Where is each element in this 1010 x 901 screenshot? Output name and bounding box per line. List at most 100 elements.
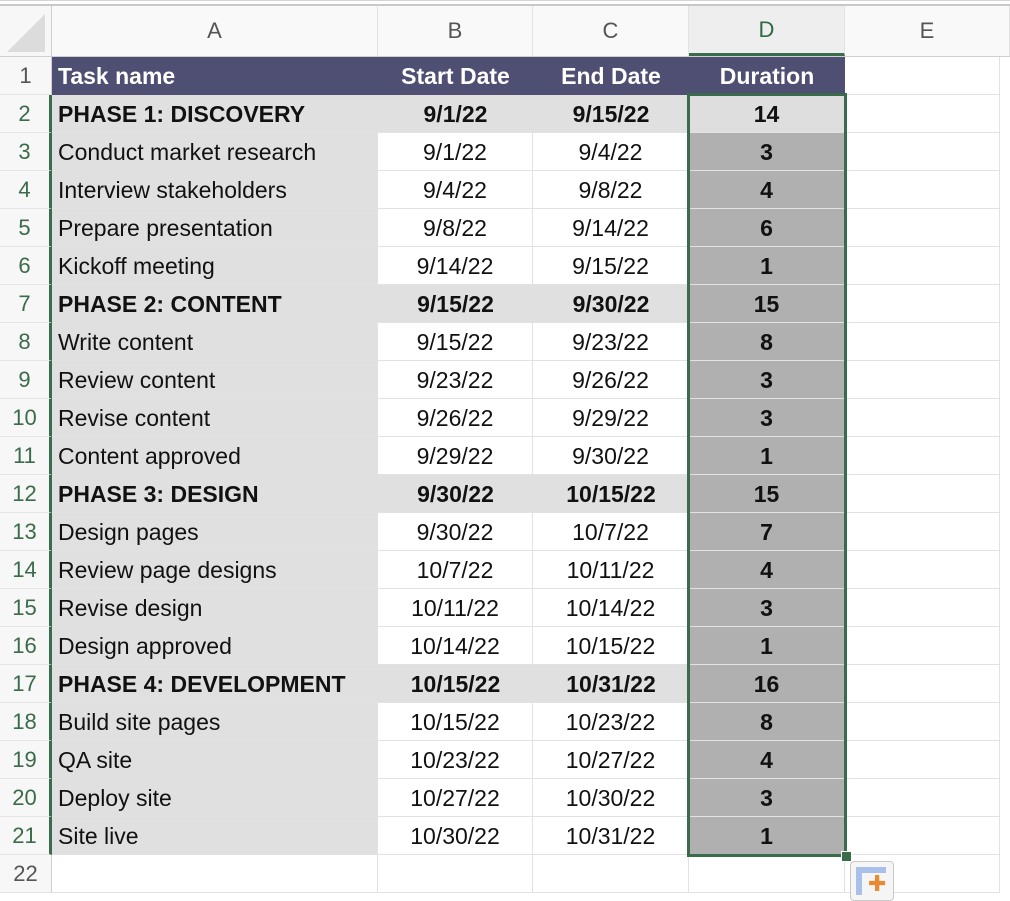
- task-name-cell[interactable]: Content approved: [52, 437, 378, 475]
- duration-cell[interactable]: 8: [689, 703, 845, 741]
- duration-cell[interactable]: 15: [689, 475, 845, 513]
- cell-e[interactable]: [845, 551, 1000, 589]
- task-name-cell[interactable]: Revise design: [52, 589, 378, 627]
- task-name-cell[interactable]: PHASE 3: DESIGN: [52, 475, 378, 513]
- end-date-cell[interactable]: 10/31/22: [533, 665, 689, 703]
- task-name-cell[interactable]: Review page designs: [52, 551, 378, 589]
- cell-e[interactable]: [845, 513, 1000, 551]
- task-name-cell[interactable]: Revise content: [52, 399, 378, 437]
- start-date-cell[interactable]: 10/7/22: [378, 551, 533, 589]
- row-number[interactable]: 22: [0, 855, 52, 893]
- duration-cell[interactable]: 1: [689, 817, 845, 855]
- row-number[interactable]: 13: [0, 513, 52, 551]
- task-name-cell[interactable]: Build site pages: [52, 703, 378, 741]
- start-date-cell[interactable]: 9/14/22: [378, 247, 533, 285]
- row-number[interactable]: 11: [0, 437, 52, 475]
- end-date-cell[interactable]: 10/15/22: [533, 627, 689, 665]
- start-date-cell[interactable]: 9/4/22: [378, 171, 533, 209]
- task-name-cell[interactable]: Write content: [52, 323, 378, 361]
- row-number[interactable]: 16: [0, 627, 52, 665]
- empty-cell[interactable]: [378, 855, 533, 893]
- start-date-cell[interactable]: 9/8/22: [378, 209, 533, 247]
- row-number[interactable]: 10: [0, 399, 52, 437]
- duration-cell[interactable]: 1: [689, 247, 845, 285]
- end-date-cell[interactable]: 9/26/22: [533, 361, 689, 399]
- start-date-cell[interactable]: 9/15/22: [378, 323, 533, 361]
- end-date-cell[interactable]: 9/23/22: [533, 323, 689, 361]
- duration-cell[interactable]: 3: [689, 779, 845, 817]
- row-number[interactable]: 5: [0, 209, 52, 247]
- column-header-c[interactable]: C: [533, 6, 689, 56]
- task-name-cell[interactable]: Interview stakeholders: [52, 171, 378, 209]
- end-date-cell[interactable]: 10/7/22: [533, 513, 689, 551]
- cell-e[interactable]: [845, 247, 1000, 285]
- end-date-cell[interactable]: 10/15/22: [533, 475, 689, 513]
- start-date-cell[interactable]: 9/26/22: [378, 399, 533, 437]
- start-date-cell[interactable]: 9/29/22: [378, 437, 533, 475]
- duration-cell[interactable]: 16: [689, 665, 845, 703]
- cell-e[interactable]: [845, 475, 1000, 513]
- duration-cell[interactable]: 1: [689, 627, 845, 665]
- task-name-cell[interactable]: Conduct market research: [52, 133, 378, 171]
- duration-cell[interactable]: 3: [689, 399, 845, 437]
- row-number[interactable]: 6: [0, 247, 52, 285]
- duration-cell[interactable]: 4: [689, 551, 845, 589]
- row-number[interactable]: 15: [0, 589, 52, 627]
- column-header-b[interactable]: B: [378, 6, 533, 56]
- header-cell-start-date[interactable]: Start Date: [378, 57, 533, 95]
- end-date-cell[interactable]: 10/27/22: [533, 741, 689, 779]
- start-date-cell[interactable]: 9/15/22: [378, 285, 533, 323]
- end-date-cell[interactable]: 10/31/22: [533, 817, 689, 855]
- end-date-cell[interactable]: 10/23/22: [533, 703, 689, 741]
- duration-cell[interactable]: 1: [689, 437, 845, 475]
- cell-e[interactable]: [845, 627, 1000, 665]
- row-number[interactable]: 8: [0, 323, 52, 361]
- cell-e[interactable]: [845, 95, 1000, 133]
- cell-e[interactable]: [845, 285, 1000, 323]
- cell-e[interactable]: [845, 437, 1000, 475]
- end-date-cell[interactable]: 9/4/22: [533, 133, 689, 171]
- header-cell-duration[interactable]: Duration: [689, 57, 845, 95]
- row-number[interactable]: 3: [0, 133, 52, 171]
- row-number[interactable]: 17: [0, 665, 52, 703]
- task-name-cell[interactable]: Site live: [52, 817, 378, 855]
- row-number[interactable]: 18: [0, 703, 52, 741]
- start-date-cell[interactable]: 10/30/22: [378, 817, 533, 855]
- row-number[interactable]: 2: [0, 95, 52, 133]
- column-header-a[interactable]: A: [52, 6, 378, 56]
- start-date-cell[interactable]: 9/23/22: [378, 361, 533, 399]
- end-date-cell[interactable]: 9/30/22: [533, 285, 689, 323]
- duration-cell[interactable]: 6: [689, 209, 845, 247]
- duration-cell[interactable]: 3: [689, 361, 845, 399]
- end-date-cell[interactable]: 9/15/22: [533, 95, 689, 133]
- start-date-cell[interactable]: 10/15/22: [378, 665, 533, 703]
- task-name-cell[interactable]: PHASE 1: DISCOVERY: [52, 95, 378, 133]
- row-number[interactable]: 1: [0, 57, 52, 95]
- task-name-cell[interactable]: PHASE 2: CONTENT: [52, 285, 378, 323]
- end-date-cell[interactable]: 10/30/22: [533, 779, 689, 817]
- row-number[interactable]: 20: [0, 779, 52, 817]
- end-date-cell[interactable]: 9/14/22: [533, 209, 689, 247]
- row-number[interactable]: 9: [0, 361, 52, 399]
- duration-cell[interactable]: 3: [689, 589, 845, 627]
- cell-e[interactable]: [845, 133, 1000, 171]
- task-name-cell[interactable]: Design pages: [52, 513, 378, 551]
- task-name-cell[interactable]: Prepare presentation: [52, 209, 378, 247]
- task-name-cell[interactable]: QA site: [52, 741, 378, 779]
- row-number[interactable]: 21: [0, 817, 52, 855]
- task-name-cell[interactable]: PHASE 4: DEVELOPMENT: [52, 665, 378, 703]
- start-date-cell[interactable]: 10/14/22: [378, 627, 533, 665]
- cell-e[interactable]: [845, 817, 1000, 855]
- row-number[interactable]: 14: [0, 551, 52, 589]
- cell-e[interactable]: [845, 57, 1000, 95]
- cell-e[interactable]: [845, 779, 1000, 817]
- cell-e[interactable]: [845, 171, 1000, 209]
- select-all-button[interactable]: [0, 6, 52, 56]
- row-number[interactable]: 4: [0, 171, 52, 209]
- cell-e[interactable]: [845, 665, 1000, 703]
- fill-handle[interactable]: [841, 851, 852, 862]
- task-name-cell[interactable]: Kickoff meeting: [52, 247, 378, 285]
- row-number[interactable]: 7: [0, 285, 52, 323]
- end-date-cell[interactable]: 9/8/22: [533, 171, 689, 209]
- row-number[interactable]: 19: [0, 741, 52, 779]
